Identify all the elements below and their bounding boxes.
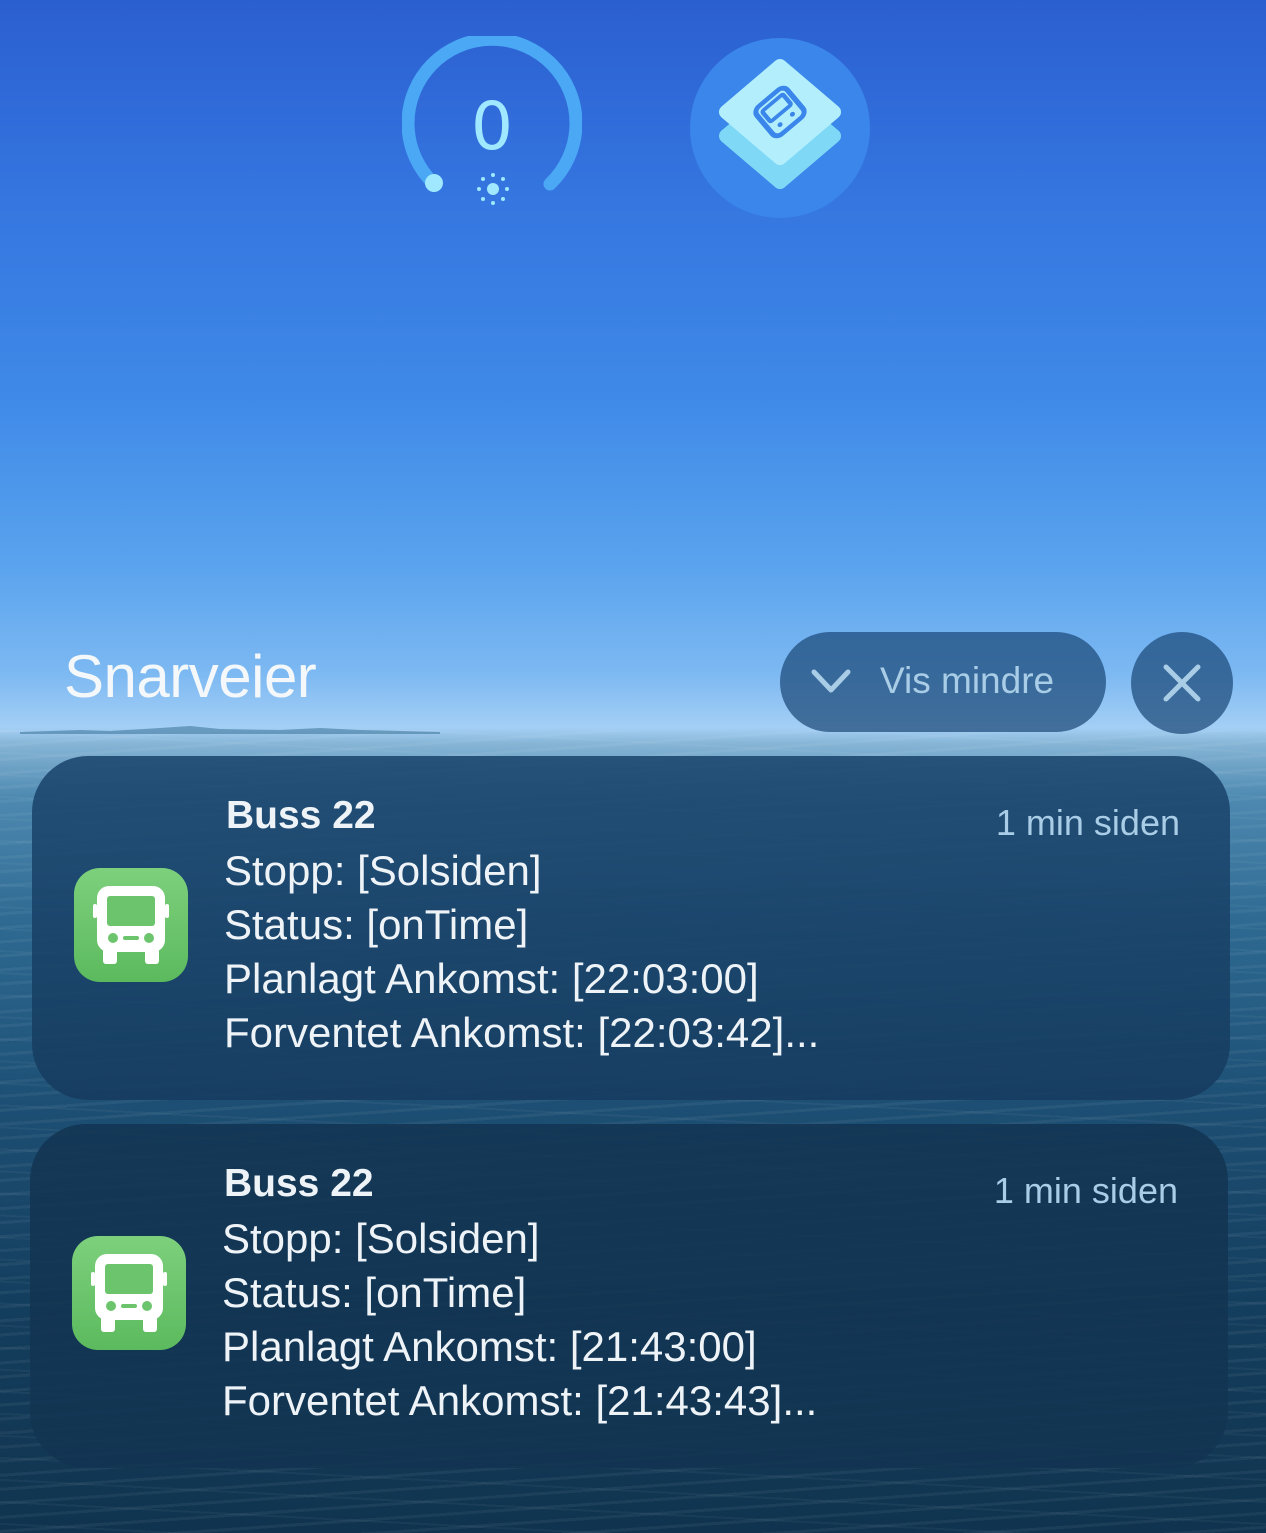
notification-card[interactable]: Buss 22 1 min siden Stopp: [Solsiden] St…	[30, 1124, 1228, 1468]
bus-icon	[91, 1254, 167, 1332]
chevron-down-icon	[811, 669, 851, 693]
notification-line: Planlagt Ankomst: [22:03:00]	[224, 955, 759, 1002]
close-icon	[1163, 664, 1201, 702]
section-title: Snarveier	[64, 643, 317, 710]
notification-line: Planlagt Ankomst: [21:43:00]	[222, 1323, 757, 1370]
notification-time: 1 min siden	[993, 1170, 1178, 1211]
horizon-islands	[20, 726, 440, 734]
notification-card[interactable]: Buss 22 1 min siden Stopp: [Solsiden] St…	[32, 756, 1230, 1100]
show-less-label: Vis mindre	[880, 660, 1055, 701]
brightness-gauge-widget[interactable]: 0	[401, 32, 583, 216]
shortcuts-widget[interactable]	[690, 38, 870, 218]
bus-icon	[93, 886, 169, 964]
brightness-icon	[477, 173, 509, 205]
shortcuts-bus-icon	[719, 59, 841, 189]
bus-app-icon	[72, 1236, 186, 1350]
close-button[interactable]	[1131, 632, 1233, 734]
show-less-button[interactable]: Vis mindre	[780, 632, 1106, 732]
notification-time: 1 min siden	[995, 802, 1180, 843]
notification-line: Stopp: [Solsiden]	[224, 847, 542, 894]
notification-line: Stopp: [Solsiden]	[222, 1215, 540, 1262]
notification-title: Buss 22	[226, 794, 376, 837]
notification-line: Status: [onTime]	[224, 901, 529, 948]
notification-body: Stopp: [Solsiden] Status: [onTime] Planl…	[222, 1212, 817, 1428]
gauge-value: 0	[471, 88, 513, 165]
notification-title: Buss 22	[224, 1162, 374, 1205]
bus-app-icon	[74, 868, 188, 982]
notification-body: Stopp: [Solsiden] Status: [onTime] Planl…	[224, 844, 819, 1060]
notification-line: Forventet Ankomst: [21:43:43]...	[222, 1377, 818, 1424]
notification-line: Forventet Ankomst: [22:03:42]...	[224, 1009, 820, 1056]
notification-line: Status: [onTime]	[222, 1269, 527, 1316]
